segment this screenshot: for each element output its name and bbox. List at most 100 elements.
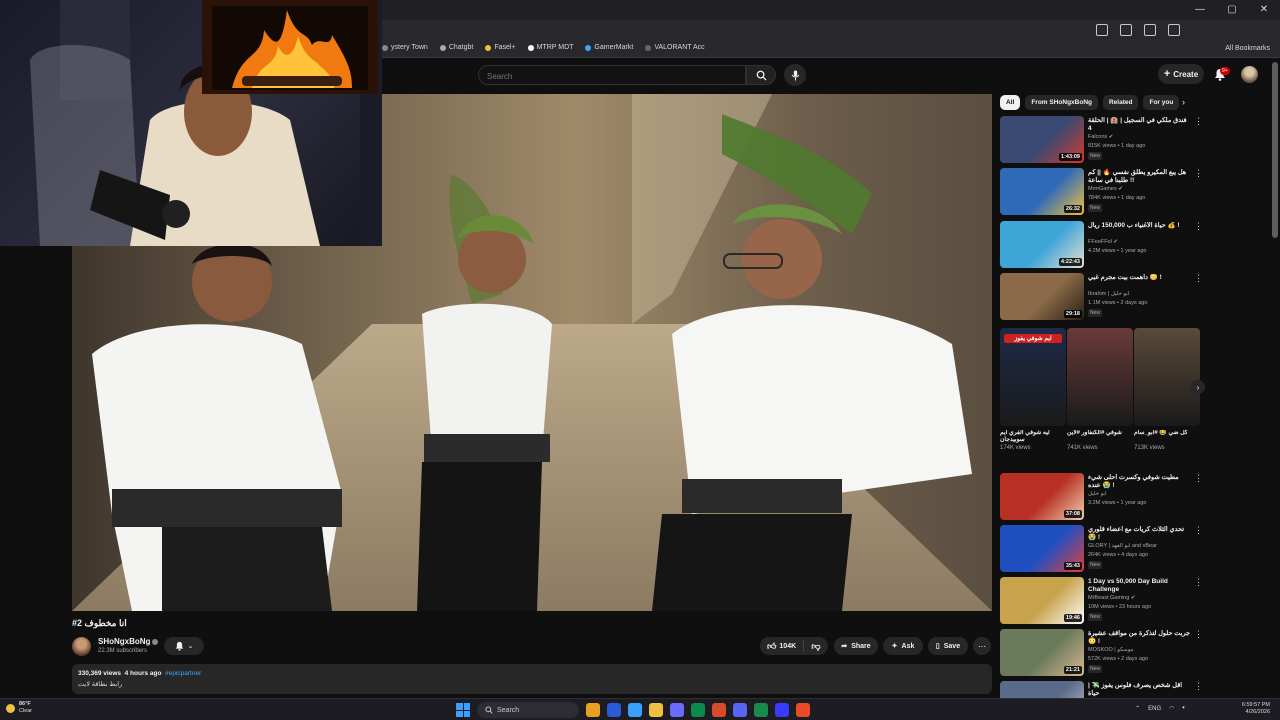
subscription-bell-button[interactable]: ⌄ (164, 637, 204, 655)
video-thumbnail[interactable]: 21:21 (1000, 629, 1084, 676)
video-thumbnail[interactable]: 26:32 (1000, 168, 1084, 215)
wifi-icon[interactable]: ◠ (1169, 705, 1174, 712)
filter-chip[interactable]: All (1000, 95, 1021, 110)
taskbar-search[interactable]: Search (477, 702, 579, 718)
chevron-up-icon[interactable]: ⌃ (1135, 705, 1140, 712)
channel-name-link[interactable]: SHoNgxBoNg (98, 637, 159, 646)
more-actions-button[interactable]: ⋯ (973, 637, 991, 655)
kebab-menu-icon[interactable]: ⋮ (1194, 222, 1203, 231)
windows-start-icon[interactable] (456, 703, 470, 717)
short-title: شوفي #الكنفاور #لاين (1067, 430, 1122, 436)
kebab-menu-icon[interactable]: ⋮ (1194, 526, 1203, 535)
recommendation-views: 784K views • 1 day ago (1088, 195, 1146, 201)
bookmark-item[interactable]: ystery Town (382, 44, 428, 51)
recommendation-item[interactable]: 37:08 مطيت شوفي وكسرت احلى شيء عنده 😭 ! اب… (1000, 473, 1210, 523)
clock[interactable]: 6:59:57 PM 4/26/2026 (1242, 702, 1270, 716)
bookmark-item[interactable]: MTRP MDT (527, 44, 573, 51)
taskbar-app-icon[interactable] (586, 703, 600, 717)
short-item[interactable]: كل ضي 😂 #ابو_سام 713K views (1134, 328, 1200, 451)
shorts-next-button[interactable]: › (1191, 380, 1205, 394)
kebab-menu-icon[interactable]: ⋮ (1194, 474, 1203, 483)
kebab-menu-icon[interactable]: ⋮ (1194, 117, 1203, 126)
taskbar-app-icon[interactable] (754, 703, 768, 717)
filter-chip[interactable]: Related (1102, 95, 1139, 110)
filter-chip[interactable]: For you (1143, 95, 1180, 110)
recommendation-item[interactable]: 19:46 1 Day vs 50,000 Day Build Challenge… (1000, 577, 1210, 627)
recommendation-item[interactable]: 26:32 هل يبع المكيرو يطلق نفسي 🔥 || كم طل… (1000, 168, 1210, 218)
recommendation-item[interactable]: 21:21 جربت حلول لتذكرة من مواقف عشيرة 😳 !… (1000, 629, 1210, 679)
extensions-icon[interactable] (1144, 24, 1156, 36)
filter-chip[interactable]: From SHoNgxBoNg (1025, 95, 1098, 110)
bookmark-item[interactable]: VALORANT Acc (645, 44, 705, 51)
taskbar-app-icon[interactable] (712, 703, 726, 717)
save-button[interactable]: ▯ Save (928, 637, 968, 655)
kebab-menu-icon[interactable]: ⋮ (1194, 169, 1203, 178)
dislike-button[interactable]: 👎︎ (804, 641, 828, 652)
recommendation-item[interactable]: 29:18 داهمت بيت مجرم غبي 😳 ! Ibrahim | ابو… (1000, 273, 1210, 323)
page-scrollbar[interactable] (1272, 62, 1278, 238)
taskbar-app-icon[interactable] (670, 703, 684, 717)
weather-widget[interactable]: 86°F Clear (6, 701, 32, 715)
close-button[interactable]: ✕ (1248, 0, 1280, 20)
share-icon: ➦ (841, 643, 848, 650)
duration-badge: 26:32 (1063, 205, 1082, 213)
cast-icon[interactable] (1096, 24, 1108, 36)
video-thumbnail[interactable]: 19:46 (1000, 577, 1084, 624)
kebab-menu-icon[interactable]: ⋮ (1194, 274, 1203, 283)
bookmark-favicon-icon (439, 44, 446, 51)
recommendation-item[interactable]: 35:43 تحدي الثلاث كريات مع اعضاء قلوري 😭 … (1000, 525, 1210, 575)
taskbar-apps: Search (456, 702, 810, 718)
create-button[interactable]: + Create (1158, 64, 1204, 84)
taskbar-app-icon[interactable] (775, 703, 789, 717)
bookmark-item[interactable]: Fasel+ (485, 44, 516, 51)
all-bookmarks-button[interactable]: All Bookmarks (1225, 45, 1270, 52)
hashtag-link[interactable]: #epicpartner (165, 670, 201, 677)
bookmark-item[interactable]: Chatgbt (439, 44, 473, 51)
share-button[interactable]: ➦ Share (834, 637, 878, 655)
kebab-menu-icon[interactable]: ⋮ (1194, 578, 1203, 587)
video-thumbnail[interactable]: 37:08 (1000, 473, 1084, 520)
thumbs-up-icon: 👍︎ (767, 640, 777, 651)
recommendation-channel: MOSKOO | موسكو (1088, 647, 1134, 653)
recommendation-item[interactable]: 1:43:09 فندق ملكي في السجيل | 🏨 | الحلقة … (1000, 116, 1210, 166)
channel-avatar[interactable] (72, 637, 91, 656)
minimize-button[interactable]: — (1184, 0, 1216, 20)
video-thumbnail[interactable]: 1:43:09 (1000, 116, 1084, 163)
short-item[interactable]: شوفي #الكنفاور #لاين 741K views (1067, 328, 1133, 451)
bookmark-item[interactable]: GamerMarkt (585, 44, 633, 51)
plus-icon: + (1163, 68, 1171, 80)
kebab-menu-icon[interactable]: ⋮ (1194, 682, 1203, 691)
short-thumbnail[interactable] (1067, 328, 1133, 426)
volume-icon[interactable]: 🔈︎ (1182, 705, 1186, 712)
download-icon[interactable] (1168, 24, 1180, 36)
taskbar-app-icon[interactable] (691, 703, 705, 717)
maximize-button[interactable]: ▢ (1216, 0, 1248, 20)
taskbar-app-icon[interactable] (649, 703, 663, 717)
taskbar-app-icon[interactable] (607, 703, 621, 717)
short-thumbnail[interactable] (1134, 328, 1200, 426)
ask-button[interactable]: ✦ Ask (883, 637, 923, 655)
kebab-menu-icon[interactable]: ⋮ (1194, 630, 1203, 639)
voice-search-button[interactable] (784, 64, 806, 86)
like-button[interactable]: 👍︎ 104K (760, 640, 804, 652)
clock-time: 6:59:57 PM (1241, 702, 1270, 708)
video-thumbnail[interactable]: 35:43 (1000, 525, 1084, 572)
short-item[interactable]: ايم شوفي يفوز ليه شوفي الفري ايم سوبيدجان… (1000, 328, 1066, 451)
chevron-right-icon[interactable]: › (1182, 97, 1185, 107)
taskbar: 86°F Clear Search ⌃ ENG ◠ 🔈︎ 6:59:57 PM … (0, 698, 1280, 720)
taskbar-app-icon[interactable] (733, 703, 747, 717)
video-thumbnail[interactable]: 4:22:43 (1000, 221, 1084, 268)
search-input[interactable] (479, 67, 745, 86)
star-icon[interactable] (1120, 24, 1132, 36)
recommendation-item[interactable]: 4:22:43 حياة الأغنياء ب 150,000 ريال 💰 ! F… (1000, 221, 1210, 271)
recommendation-views: 815K views • 1 day ago (1088, 143, 1146, 149)
taskbar-app-icon[interactable] (796, 703, 810, 717)
taskbar-app-icon[interactable] (628, 703, 642, 717)
description-box[interactable]: 330,369 views 4 hours ago #epicpartner ر… (72, 664, 992, 694)
search-icon (485, 706, 493, 714)
account-avatar[interactable] (1241, 66, 1258, 83)
video-thumbnail[interactable]: 29:18 (1000, 273, 1084, 320)
search-button[interactable] (746, 65, 776, 85)
short-thumbnail[interactable]: ايم شوفي يفوز (1000, 328, 1066, 426)
language-indicator[interactable]: ENG (1148, 706, 1161, 712)
